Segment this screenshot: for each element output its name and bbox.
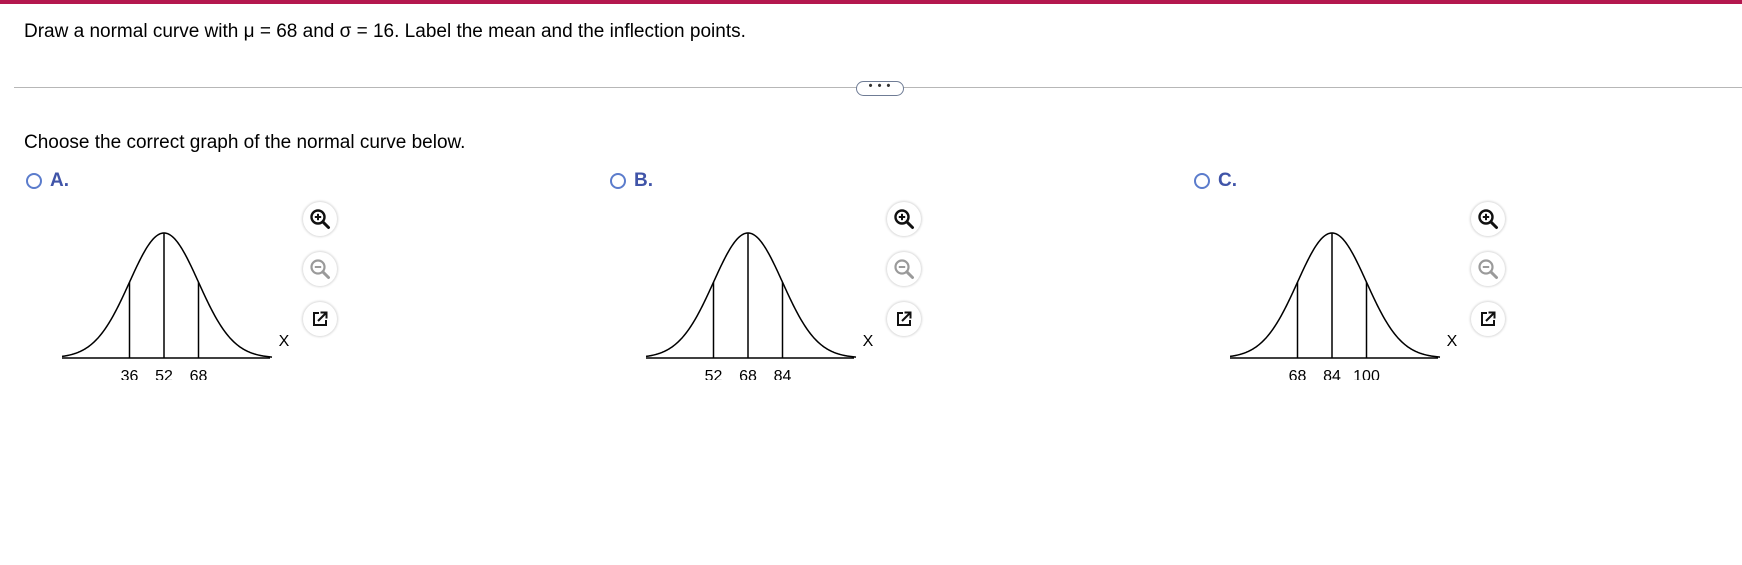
zoom-out-button[interactable] (1471, 252, 1505, 286)
x-axis-label: X (1447, 333, 1458, 350)
popout-icon (894, 309, 914, 329)
popout-icon (1478, 309, 1498, 329)
tick-label: 84 (1323, 368, 1341, 380)
zoom-in-button[interactable] (887, 202, 921, 236)
x-axis-label: X (863, 333, 874, 350)
option-c-choice[interactable]: C. (1194, 170, 1237, 192)
zoom-in-button[interactable] (303, 202, 337, 236)
zoom-in-icon (893, 208, 915, 230)
option-a-choice[interactable]: A. (26, 170, 69, 192)
question-text: Draw a normal curve with μ = 68 and σ = … (24, 21, 746, 42)
popout-button[interactable] (1471, 302, 1505, 336)
tick-label: 68 (1289, 368, 1307, 380)
popout-button[interactable] (303, 302, 337, 336)
normal-curve (1230, 232, 1441, 358)
tick-label: 68 (739, 368, 757, 380)
x-axis-label: X (279, 333, 290, 350)
expand-button[interactable]: • • • (856, 81, 904, 96)
popout-button[interactable] (887, 302, 921, 336)
zoom-out-button[interactable] (303, 252, 337, 286)
prompt-text: Choose the correct graph of the normal c… (24, 132, 466, 153)
zoom-in-button[interactable] (1471, 202, 1505, 236)
option-c-radio[interactable] (1194, 173, 1210, 189)
normal-curve (646, 232, 857, 358)
tick-label: 52 (705, 368, 723, 380)
option-b-radio[interactable] (610, 173, 626, 189)
zoom-in-icon (309, 208, 331, 230)
option-c-label: C. (1218, 170, 1237, 191)
zoom-in-icon (1477, 208, 1499, 230)
popout-icon (310, 309, 330, 329)
option-a-radio[interactable] (26, 173, 42, 189)
tick-label: 84 (774, 368, 792, 380)
zoom-out-icon (309, 258, 331, 280)
tick-label: 36 (121, 368, 139, 380)
top-accent-bar (0, 0, 1742, 4)
option-b-graph: 52 68 84 X (646, 232, 874, 380)
zoom-out-icon (1477, 258, 1499, 280)
tick-label: 68 (190, 368, 208, 380)
option-a-label: A. (50, 170, 69, 191)
option-b-label: B. (634, 170, 653, 191)
normal-curve (62, 232, 273, 358)
option-b-choice[interactable]: B. (610, 170, 653, 192)
option-a-graph: 36 52 68 X (62, 232, 290, 380)
zoom-out-icon (893, 258, 915, 280)
option-c-graph: 68 84 100 X (1230, 232, 1458, 380)
tick-label: 52 (155, 368, 173, 380)
zoom-out-button[interactable] (887, 252, 921, 286)
tick-label: 100 (1353, 368, 1380, 380)
